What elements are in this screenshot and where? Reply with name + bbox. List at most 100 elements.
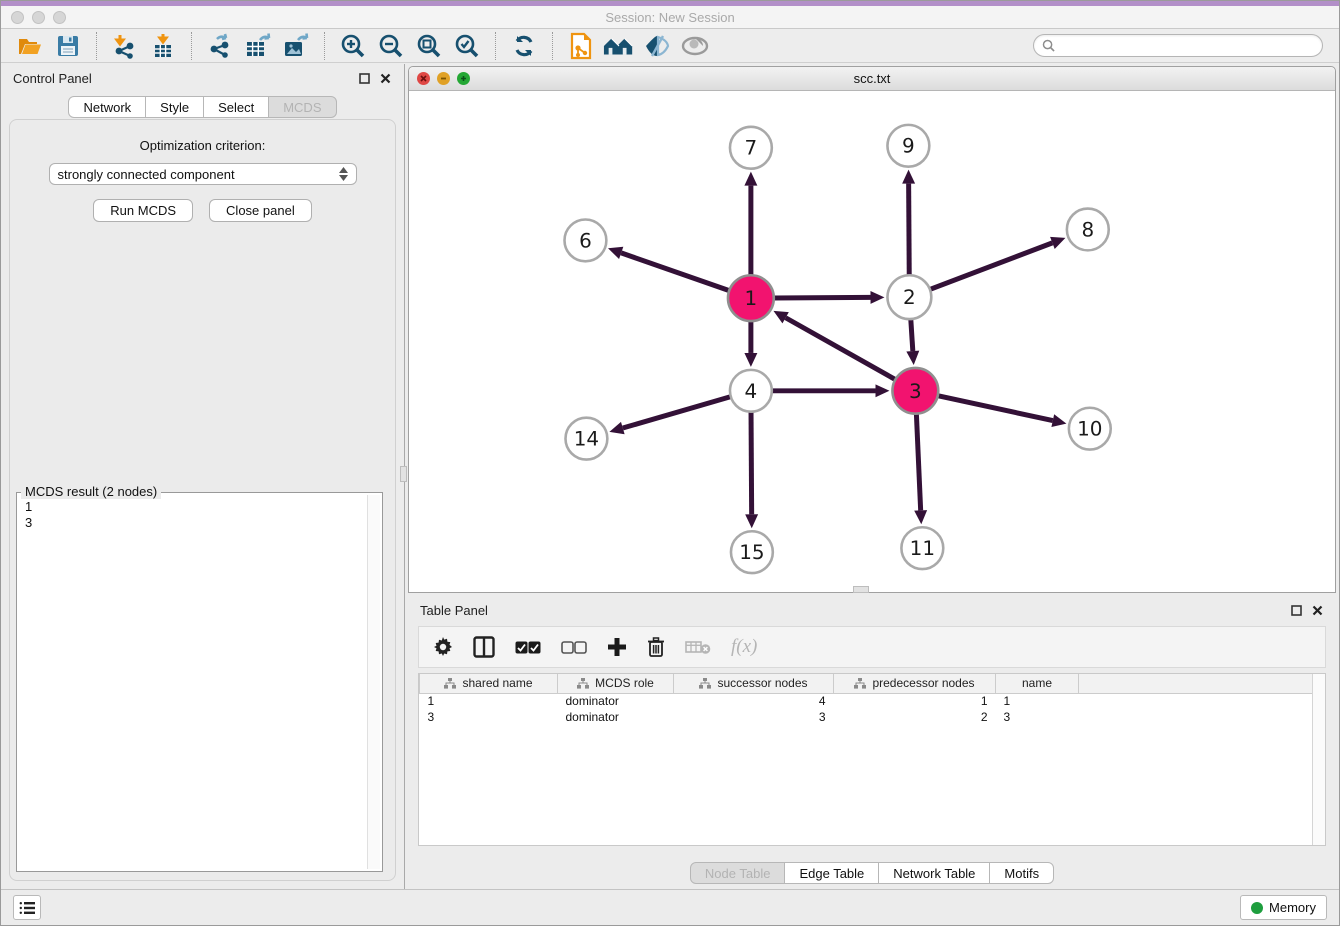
column-header-successor-nodes[interactable]: successor nodes xyxy=(674,674,834,693)
eye-slash-icon xyxy=(643,34,671,58)
import-table-icon xyxy=(150,33,176,59)
tab-node-table[interactable]: Node Table xyxy=(690,862,786,884)
save-session-button[interactable] xyxy=(52,31,84,61)
delete-table-button[interactable] xyxy=(685,634,711,660)
zoom-selected-button[interactable] xyxy=(451,31,483,61)
table-scrollbar[interactable] xyxy=(1312,674,1325,845)
table-settings-button[interactable] xyxy=(433,634,453,660)
attribute-tree-icon xyxy=(854,678,866,689)
save-disk-icon xyxy=(56,34,80,58)
export-table-button[interactable] xyxy=(242,31,274,61)
tab-style[interactable]: Style xyxy=(145,96,204,118)
zoom-in-button[interactable] xyxy=(337,31,369,61)
column-header-shared-name[interactable]: shared name xyxy=(420,674,558,693)
tab-mcds[interactable]: MCDS xyxy=(268,96,336,118)
tab-edge-table[interactable]: Edge Table xyxy=(784,862,879,884)
graph-edge[interactable] xyxy=(916,414,920,511)
graph-edge-arrowhead xyxy=(744,353,757,367)
graph-edge[interactable] xyxy=(909,184,910,276)
trash-icon xyxy=(647,637,665,658)
refresh-view-button[interactable] xyxy=(508,31,540,61)
vertical-splitter-handle[interactable] xyxy=(400,466,407,482)
gear-icon xyxy=(433,637,453,657)
network-canvas[interactable]: 1234678910111415 xyxy=(409,91,1335,592)
graph-edge-arrowhead xyxy=(608,247,623,259)
add-column-button[interactable] xyxy=(607,634,627,660)
graph-edge[interactable] xyxy=(623,397,731,428)
checked-checkboxes-icon xyxy=(515,641,541,654)
create-network-view-button[interactable] xyxy=(565,31,597,61)
window-titlebar: Session: New Session xyxy=(1,6,1339,29)
eye-icon xyxy=(681,35,709,57)
graph-edge[interactable] xyxy=(621,253,729,291)
graph-node-label: 6 xyxy=(579,229,592,252)
graph-edge[interactable] xyxy=(938,396,1053,421)
horizontal-splitter-handle[interactable] xyxy=(853,586,869,593)
zoom-selected-icon xyxy=(454,33,480,59)
table-panel-tabs: Node Table Edge Table Network Table Moti… xyxy=(408,862,1336,884)
show-column-panel-button[interactable] xyxy=(473,634,495,660)
criterion-dropdown[interactable]: strongly connected component xyxy=(49,163,357,185)
deselect-all-columns-button[interactable] xyxy=(561,634,587,660)
graph-edge[interactable] xyxy=(774,297,871,298)
hide-graphics-details-button[interactable] xyxy=(641,31,673,61)
close-panel-action-button[interactable]: Close panel xyxy=(209,199,312,222)
graph-edge[interactable] xyxy=(911,319,913,351)
float-panel-button[interactable] xyxy=(357,71,371,85)
zoom-in-icon xyxy=(340,33,366,59)
search-field[interactable] xyxy=(1033,34,1323,57)
graph-edge[interactable] xyxy=(786,318,896,380)
tab-network[interactable]: Network xyxy=(68,96,146,118)
graph-node-label: 14 xyxy=(574,428,599,451)
float-window-icon xyxy=(359,73,370,84)
tab-motifs[interactable]: Motifs xyxy=(989,862,1054,884)
search-input[interactable] xyxy=(1060,39,1314,53)
memory-button[interactable]: Memory xyxy=(1240,895,1327,920)
open-folder-icon xyxy=(17,33,43,59)
node-table: shared name MCDS role successor nodes pr… xyxy=(418,673,1326,846)
graph-edge-arrowhead xyxy=(609,422,624,434)
control-panel-tabs: Network Style Select MCDS xyxy=(1,96,404,118)
open-session-button[interactable] xyxy=(14,31,46,61)
select-all-columns-button[interactable] xyxy=(515,634,541,660)
graph-node-label: 4 xyxy=(745,380,758,403)
column-header-predecessor-nodes[interactable]: predecessor nodes xyxy=(834,674,996,693)
export-network-button[interactable] xyxy=(204,31,236,61)
zoom-fit-button[interactable] xyxy=(413,31,445,61)
tab-network-table[interactable]: Network Table xyxy=(878,862,990,884)
float-table-panel-button[interactable] xyxy=(1289,603,1303,617)
mcds-result-list[interactable]: 1 3 xyxy=(19,495,367,869)
graph-edge[interactable] xyxy=(751,412,752,515)
delete-column-button[interactable] xyxy=(647,634,665,660)
home-icon xyxy=(603,34,635,58)
criterion-selected-value: strongly connected component xyxy=(58,167,235,182)
graph-node-label: 9 xyxy=(902,135,915,158)
table-panel-header: Table Panel xyxy=(408,596,1336,624)
control-panel-header: Control Panel xyxy=(1,64,404,92)
show-home-button[interactable] xyxy=(603,31,635,61)
table-toolbar: f(x) xyxy=(418,626,1326,668)
graph-edge-arrowhead xyxy=(1050,237,1065,249)
export-image-button[interactable] xyxy=(280,31,312,61)
run-mcds-button[interactable]: Run MCDS xyxy=(93,199,193,222)
function-builder-button[interactable]: f(x) xyxy=(731,634,757,660)
network-view-window: scc.txt 1234678910111415 xyxy=(408,66,1336,593)
network-window-titlebar[interactable]: scc.txt xyxy=(409,67,1335,91)
zoom-out-button[interactable] xyxy=(375,31,407,61)
column-header-name[interactable]: name xyxy=(996,674,1079,693)
show-graphics-details-button[interactable] xyxy=(679,31,711,61)
close-panel-button[interactable] xyxy=(378,71,392,85)
tab-select[interactable]: Select xyxy=(203,96,269,118)
task-list-icon xyxy=(19,901,35,915)
table-row[interactable]: 1 dominator 4 1 1 xyxy=(420,693,1315,709)
table-row[interactable]: 3 dominator 3 2 3 xyxy=(420,709,1315,725)
main-toolbar xyxy=(1,29,1339,63)
close-table-panel-button[interactable] xyxy=(1310,603,1324,617)
task-history-button[interactable] xyxy=(13,895,41,920)
mcds-result-scrollbar[interactable] xyxy=(367,495,380,869)
graph-edge[interactable] xyxy=(930,243,1053,290)
import-network-button[interactable] xyxy=(109,31,141,61)
graph-edge-arrowhead xyxy=(1051,414,1066,427)
column-header-mcds-role[interactable]: MCDS role xyxy=(558,674,674,693)
import-table-button[interactable] xyxy=(147,31,179,61)
